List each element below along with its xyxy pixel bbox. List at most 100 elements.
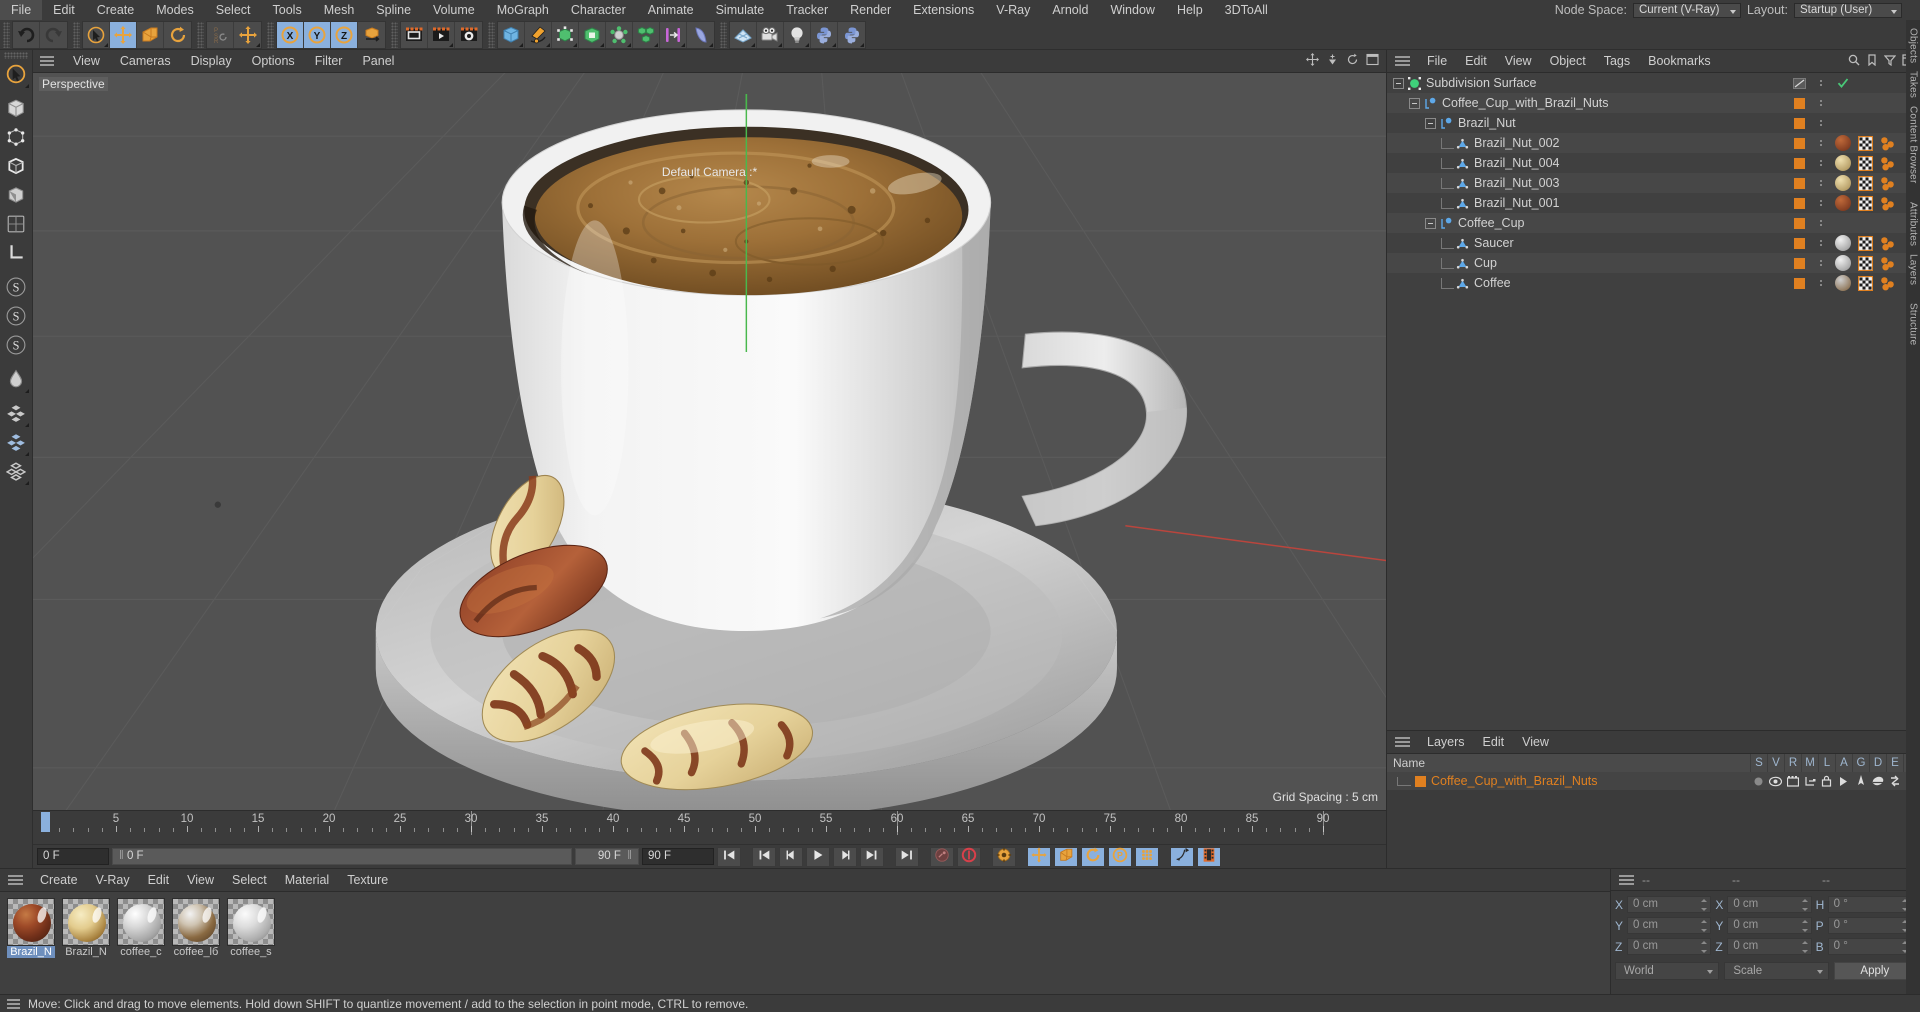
toolbar-grip[interactable] [197, 21, 204, 48]
rotation-p-field[interactable]: 0 ° [1827, 917, 1912, 934]
previous-keyframe-button[interactable] [752, 846, 776, 867]
uvw-tag[interactable] [1854, 193, 1876, 213]
add-subdivision-surface-button[interactable] [579, 21, 606, 48]
material-tag[interactable] [1832, 153, 1854, 173]
edge-tab-structure[interactable]: Structure [1908, 299, 1919, 349]
material-menu-v-ray[interactable]: V-Ray [87, 869, 139, 891]
uvw-tag[interactable] [1854, 273, 1876, 293]
material-tag[interactable] [1832, 133, 1854, 153]
polygon-object-icon[interactable] [1456, 237, 1469, 250]
move-tool-button[interactable] [110, 21, 137, 48]
size-z-field[interactable]: 0 cm [1727, 938, 1812, 955]
size-x-field[interactable]: 0 cm [1727, 896, 1812, 913]
solo-dot-toggle[interactable] [1750, 772, 1767, 790]
edge-tab-attributes[interactable]: Attributes [1908, 198, 1919, 250]
polygons-mode-button[interactable] [2, 182, 31, 211]
material-tag[interactable] [1832, 193, 1854, 213]
current-frame-field[interactable]: 0 F [37, 848, 109, 865]
material-cell[interactable]: coffee_c [117, 898, 165, 958]
material-thumbnail[interactable] [7, 898, 55, 946]
animation-toggle[interactable] [1835, 772, 1852, 790]
add-floor-button[interactable] [730, 21, 757, 48]
object-row[interactable]: Coffee [1387, 273, 1920, 293]
layer-column-s[interactable]: S [1750, 754, 1767, 772]
object-dots-toggle[interactable] [1810, 153, 1832, 173]
material-tag[interactable] [1832, 253, 1854, 273]
material-thumbnail[interactable] [227, 898, 275, 946]
add-deformer-button[interactable] [606, 21, 633, 48]
enable-axis-button[interactable]: S [2, 274, 31, 303]
apply-button[interactable]: Apply [1833, 961, 1916, 980]
polygon-object-icon[interactable] [1456, 177, 1469, 190]
deformer-toggle[interactable] [1869, 772, 1886, 790]
material-tag[interactable] [1832, 233, 1854, 253]
object-color-tag[interactable] [1788, 273, 1810, 293]
object-menu-bookmarks[interactable]: Bookmarks [1639, 50, 1720, 72]
material-thumbnail[interactable] [172, 898, 220, 946]
subdivision-editor-toggle[interactable] [1788, 73, 1810, 93]
move-view-icon[interactable] [1306, 53, 1319, 69]
menu-item-extensions[interactable]: Extensions [902, 0, 985, 20]
menu-item-mesh[interactable]: Mesh [313, 0, 366, 20]
material-menu-view[interactable]: View [178, 869, 223, 891]
object-color-tag[interactable] [1788, 93, 1810, 113]
material-thumbnail[interactable] [117, 898, 165, 946]
polygon-object-icon[interactable] [1456, 197, 1469, 210]
world-object-coord-button[interactable] [358, 21, 385, 48]
selection-tag[interactable] [1876, 153, 1898, 173]
render-settings-button[interactable] [455, 21, 482, 48]
object-row[interactable]: Saucer [1387, 233, 1920, 253]
add-camera-button[interactable] [757, 21, 784, 48]
add-spline-pen-button[interactable] [525, 21, 552, 48]
material-thumbnail[interactable] [62, 898, 110, 946]
viewport-menu-filter[interactable]: Filter [305, 50, 353, 72]
object-color-tag[interactable] [1788, 113, 1810, 133]
viewport-solo-button[interactable] [2, 366, 31, 395]
maximize-view-icon[interactable] [1366, 53, 1379, 69]
preview-range-end-field[interactable]: 90 F ‖ [575, 848, 639, 865]
add-light-button[interactable] [784, 21, 811, 48]
object-dots-toggle[interactable] [1810, 93, 1832, 113]
live-selection-button[interactable] [83, 21, 110, 48]
rotate-tool-button[interactable] [164, 21, 191, 48]
object-color-tag[interactable] [1788, 193, 1810, 213]
end-frame-field[interactable]: 90 F [642, 848, 714, 865]
y-axis-lock-button[interactable]: Y [304, 21, 331, 48]
menu-item-file[interactable]: File [0, 0, 43, 20]
timeline-playhead[interactable] [41, 812, 50, 832]
object-dots-toggle[interactable] [1810, 213, 1832, 233]
layer-column-v[interactable]: V [1767, 754, 1784, 772]
rotation-key-button[interactable] [1081, 846, 1105, 867]
object-menu-edit[interactable]: Edit [1456, 50, 1496, 72]
subdivision-surface-icon[interactable] [1408, 76, 1421, 90]
uv-points-button[interactable] [2, 429, 31, 458]
null-object-icon[interactable] [1424, 97, 1437, 110]
viewport-menu-display[interactable]: Display [181, 50, 242, 72]
object-color-tag[interactable] [1788, 133, 1810, 153]
point-level-animation-button[interactable] [1135, 846, 1159, 867]
menu-item-edit[interactable]: Edit [42, 0, 86, 20]
viewport-menu-cameras[interactable]: Cameras [110, 50, 181, 72]
zoom-view-icon[interactable] [1326, 53, 1339, 69]
material-menu-create[interactable]: Create [31, 869, 87, 891]
uvw-tag[interactable] [1854, 173, 1876, 193]
material-cell[interactable]: coffee_lб [172, 898, 220, 958]
parameter-key-button[interactable]: P [1108, 846, 1132, 867]
viewport-menu-panel[interactable]: Panel [352, 50, 404, 72]
material-manager-hamburger-icon[interactable] [5, 875, 25, 885]
menu-item-spline[interactable]: Spline [365, 0, 422, 20]
uv-polygons-button[interactable] [2, 458, 31, 487]
material-menu-select[interactable]: Select [223, 869, 276, 891]
material-cell[interactable]: Brazil_N [7, 898, 55, 958]
object-row[interactable]: Brazil_Nut [1387, 113, 1920, 133]
object-dots-toggle[interactable] [1810, 233, 1832, 253]
selection-tag[interactable] [1876, 173, 1898, 193]
material-cell[interactable]: coffee_s [227, 898, 275, 958]
uvw-tag[interactable] [1854, 133, 1876, 153]
play-button[interactable] [806, 846, 830, 867]
redo-button[interactable] [40, 21, 67, 48]
add-instance-button[interactable] [660, 21, 687, 48]
object-row[interactable]: Subdivision Surface [1387, 73, 1920, 93]
polygon-object-icon[interactable] [1456, 277, 1469, 290]
material-menu-edit[interactable]: Edit [139, 869, 179, 891]
